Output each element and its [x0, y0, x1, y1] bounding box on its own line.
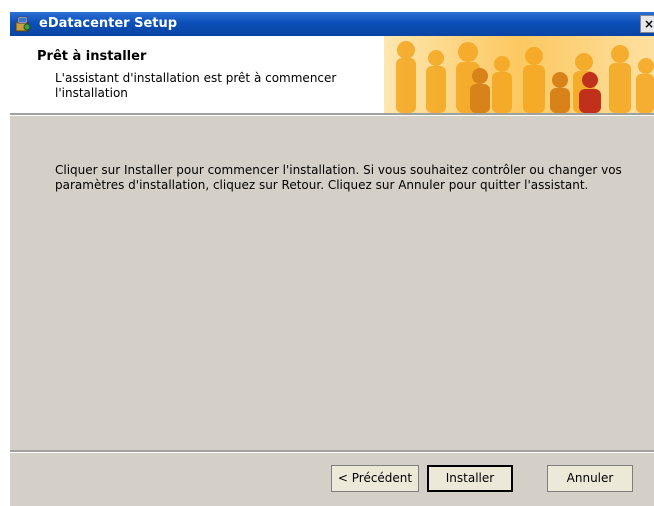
screen-top-strip — [0, 0, 654, 12]
wizard-header: Prêt à installer L'assistant d'installat… — [10, 36, 654, 113]
setup-package-icon — [15, 16, 31, 32]
back-button[interactable]: < Précédent — [331, 465, 419, 492]
cancel-button[interactable]: Annuler — [547, 465, 633, 492]
close-button[interactable]: × — [640, 15, 654, 33]
wizard-body: Cliquer sur Installer pour commencer l'i… — [10, 116, 654, 450]
page-title: Prêt à installer — [37, 49, 147, 64]
window-titlebar[interactable]: eDatacenter Setup × — [10, 12, 654, 36]
wizard-footer: < Précédent Installer Annuler — [10, 453, 654, 506]
instructions-text: Cliquer sur Installer pour commencer l'i… — [55, 163, 622, 192]
people-banner-image — [384, 36, 654, 113]
page-subtitle: L'assistant d'installation est prêt à co… — [55, 71, 337, 100]
window-title: eDatacenter Setup — [39, 16, 178, 31]
install-button[interactable]: Installer — [427, 465, 513, 492]
